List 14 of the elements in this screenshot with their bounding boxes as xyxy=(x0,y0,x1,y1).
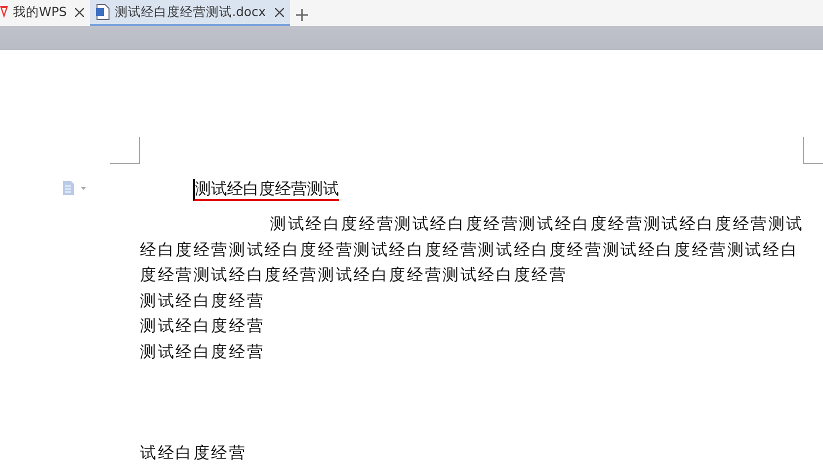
paragraph: 测试经白度经营 xyxy=(140,290,266,312)
paragraph: 测试经白度经营 xyxy=(140,315,266,337)
document-icon xyxy=(96,4,110,20)
tab[interactable]: 我的WPS xyxy=(0,0,90,26)
close-icon[interactable] xyxy=(275,8,284,16)
tab-label: 我的WPS xyxy=(13,2,67,21)
paragraph: 测试经白度经营测试经白度经营测试经白度经营测试经白度经营测试经白度经营测试经白度经营测试经白度经营测试经白度经营测试经白度经营测试经白度经营测试经白度经营测试经白度经营测试经白度经营 xyxy=(140,213,805,286)
tab[interactable]: 测试经白度经营测试.docx xyxy=(90,0,290,26)
paragraph: 试经白度经营 xyxy=(140,442,248,464)
close-icon[interactable] xyxy=(75,8,84,16)
paragraph: 测试经白度经营 xyxy=(140,340,266,362)
margin-corner-mark xyxy=(110,137,140,164)
tab-label: 测试经白度经营测试.docx xyxy=(115,2,266,21)
document-heading: 测试经白度经营测试 xyxy=(193,179,339,201)
